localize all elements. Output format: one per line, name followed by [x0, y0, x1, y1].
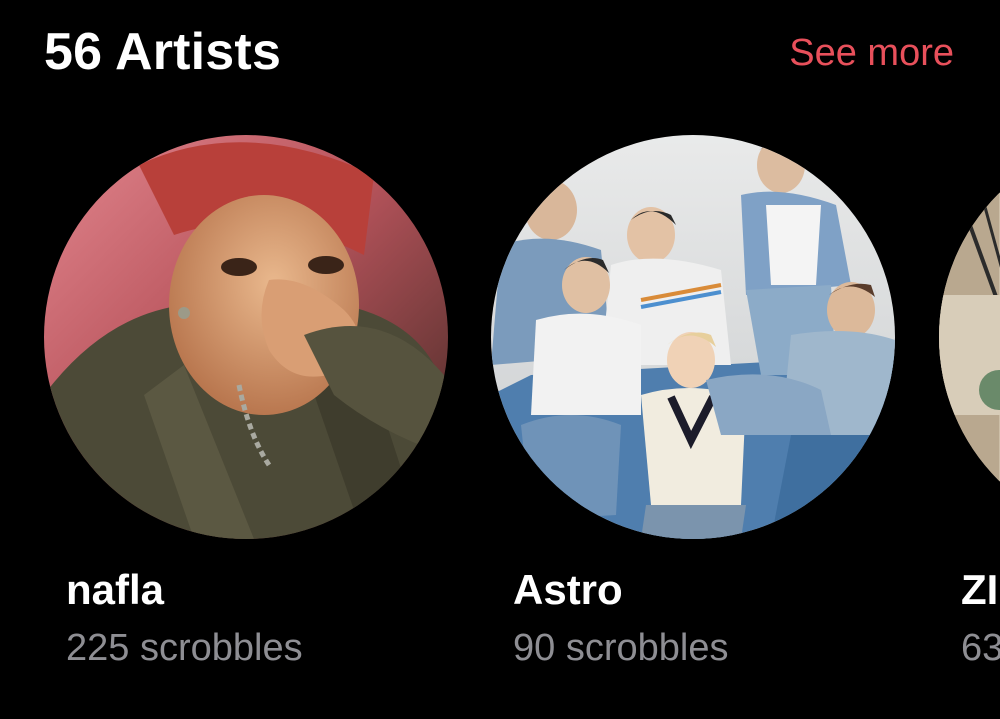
artist-photo-nafla — [44, 135, 448, 539]
artist-photo-astro — [491, 135, 895, 539]
artist-scrobble-count: 225 scrobbles — [66, 627, 303, 669]
artist-card[interactable]: ZI 63 — [939, 135, 1000, 669]
artist-name: nafla — [66, 566, 165, 613]
artist-card[interactable]: Astro 90 scrobbles — [491, 135, 895, 669]
artist-scrobble-count: 90 scrobbles — [513, 627, 729, 669]
artist-name: Astro — [513, 566, 623, 613]
artist-avatar — [44, 135, 448, 539]
artists-screen: 56 Artists See more nafla 225 scrobbles … — [0, 0, 1000, 719]
artist-avatar — [939, 135, 1000, 539]
artist-avatar — [491, 135, 895, 539]
artist-card[interactable]: nafla 225 scrobbles — [44, 135, 448, 669]
artists-carousel[interactable]: nafla 225 scrobbles Astro 90 scrobbles Z… — [0, 0, 1000, 719]
artist-photo-partial — [939, 135, 1000, 539]
artist-scrobble-count: 63 — [961, 627, 1000, 669]
artist-name: ZI — [961, 566, 999, 613]
